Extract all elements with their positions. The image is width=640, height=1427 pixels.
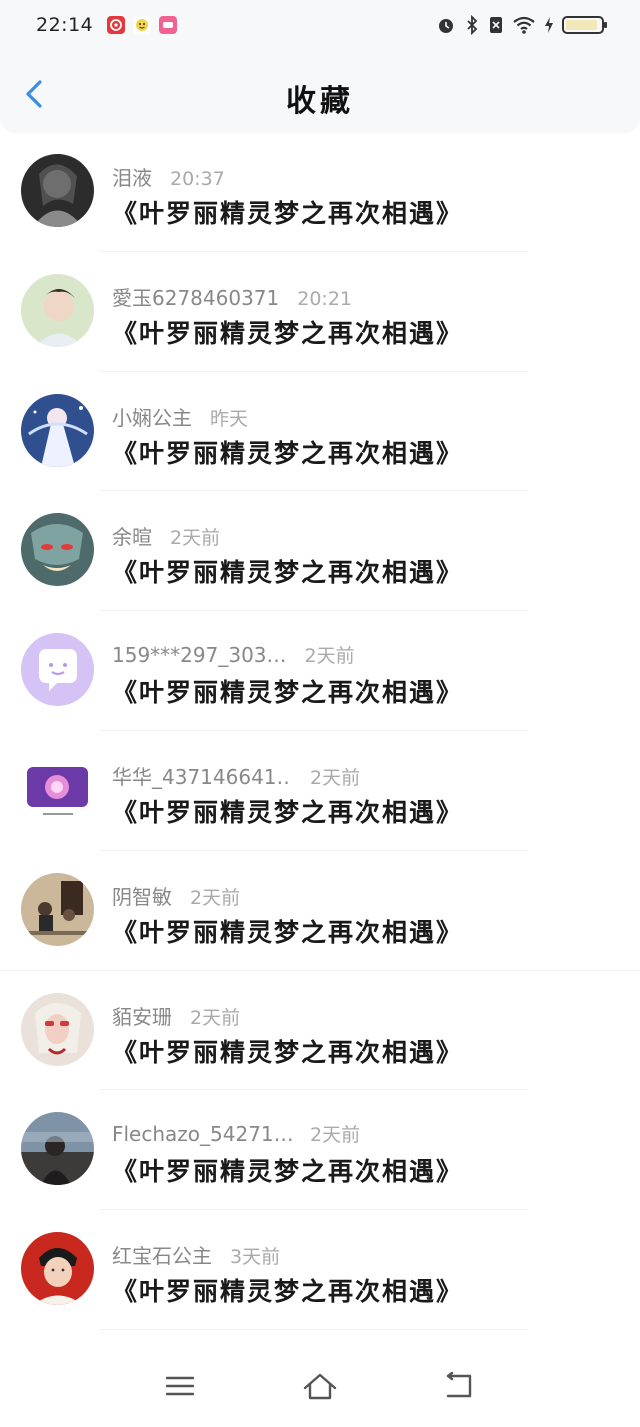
avatar xyxy=(21,1232,94,1306)
wifi-icon xyxy=(512,15,536,35)
status-app-icons xyxy=(107,16,178,34)
item-time: 昨天 xyxy=(210,407,249,430)
page-title: 收藏 xyxy=(286,84,354,119)
item-meta: Flechazo_54271… 2天前 xyxy=(112,1120,360,1147)
avatar xyxy=(21,1112,94,1186)
user-name: 余暄 xyxy=(112,525,152,550)
list-item[interactable]: 小娴公主 昨天 《叶罗丽精灵梦之再次相遇》 xyxy=(0,372,640,492)
battery-icon xyxy=(562,16,607,34)
avatar xyxy=(21,273,94,347)
item-title: 《叶罗丽精灵梦之再次相遇》 xyxy=(112,558,464,588)
item-title: 《叶罗丽精灵梦之再次相遇》 xyxy=(112,199,464,228)
item-title: 《叶罗丽精灵梦之再次相遇》 xyxy=(112,678,464,708)
avatar xyxy=(21,513,94,587)
item-title: 《叶罗丽精灵梦之再次相遇》 xyxy=(112,1277,464,1307)
home-icon xyxy=(303,1373,337,1400)
item-meta: 余暄 2天前 xyxy=(112,521,220,550)
user-name: Flechazo_54271… xyxy=(112,1122,292,1147)
item-title: 《叶罗丽精灵梦之再次相遇》 xyxy=(112,1037,464,1067)
no-sim-icon xyxy=(488,15,504,35)
user-name: 泪液 xyxy=(112,166,152,190)
netease-music-icon xyxy=(107,16,126,34)
item-time: 2天前 xyxy=(310,766,361,789)
item-title: 《叶罗丽精灵梦之再次相遇》 xyxy=(112,797,464,827)
item-time: 2天前 xyxy=(170,527,221,550)
list-item[interactable]: 华华_437146641… 2天前 《叶罗丽精灵梦之再次相遇》 xyxy=(0,731,640,851)
system-nav-bar xyxy=(0,1345,640,1427)
avatar xyxy=(21,633,94,707)
status-system-icons xyxy=(436,15,607,35)
list-item[interactable]: 貊安珊 2天前 《叶罗丽精灵梦之再次相遇》 xyxy=(0,971,640,1091)
avatar xyxy=(21,752,94,826)
alarm-icon xyxy=(436,15,456,35)
home-button[interactable] xyxy=(300,1366,340,1406)
item-time: 2天前 xyxy=(190,886,241,909)
item-meta: 愛玉6278460371 20:21 xyxy=(112,282,352,311)
lofter-icon xyxy=(159,16,178,34)
menu-button[interactable] xyxy=(160,1366,200,1406)
list-item[interactable]: 泪液 20:37 《叶罗丽精灵梦之再次相遇》 xyxy=(0,132,640,252)
item-title: 《叶罗丽精灵梦之再次相遇》 xyxy=(112,318,464,348)
smile-app-icon xyxy=(133,16,152,34)
item-meta: 小娴公主 昨天 xyxy=(112,402,248,431)
item-title: 《叶罗丽精灵梦之再次相遇》 xyxy=(112,917,464,947)
item-title: 《叶罗丽精灵梦之再次相遇》 xyxy=(112,1157,464,1187)
user-name: 华华_437146641… xyxy=(112,764,292,789)
item-time: 2天前 xyxy=(310,1124,361,1147)
avatar xyxy=(21,154,94,227)
divider xyxy=(100,1328,528,1330)
item-meta: 阴智敏 2天前 xyxy=(112,881,240,910)
item-time: 2天前 xyxy=(304,645,355,668)
item-meta: 貊安珊 2天前 xyxy=(112,1001,240,1030)
list-item[interactable]: 愛玉6278460371 20:21 《叶罗丽精灵梦之再次相遇》 xyxy=(0,252,640,372)
avatar xyxy=(21,872,94,946)
favorites-list: 泪液 20:37 《叶罗丽精灵梦之再次相遇》 愛玉6278460371 20:2… xyxy=(0,132,640,1330)
list-item[interactable]: 余暄 2天前 《叶罗丽精灵梦之再次相遇》 xyxy=(0,491,640,612)
back-icon xyxy=(446,1372,472,1398)
user-name: 貊安珊 xyxy=(112,1004,172,1029)
list-item[interactable]: 159***297_303… 2天前 《叶罗丽精灵梦之再次相遇》 xyxy=(0,611,640,731)
user-name: 小娴公主 xyxy=(112,405,192,430)
bluetooth-icon xyxy=(464,15,480,35)
item-meta: 华华_437146641… 2天前 xyxy=(112,761,360,790)
user-name: 阴智敏 xyxy=(112,884,172,909)
avatar xyxy=(21,992,94,1066)
menu-icon xyxy=(165,1376,195,1396)
list-item[interactable]: 阴智敏 2天前 《叶罗丽精灵梦之再次相遇》 xyxy=(0,851,640,971)
item-meta: 红宝石公主 3天前 xyxy=(112,1240,280,1269)
item-title: 《叶罗丽精灵梦之再次相遇》 xyxy=(112,438,464,468)
item-time: 20:21 xyxy=(297,287,353,310)
header: 收藏 xyxy=(0,50,640,132)
user-name: 159***297_303… xyxy=(112,643,287,668)
user-name: 愛玉6278460371 xyxy=(112,285,280,310)
user-name: 红宝石公主 xyxy=(112,1244,212,1269)
item-time: 2天前 xyxy=(190,1006,241,1029)
avatar xyxy=(21,393,94,467)
status-time: 22:14 xyxy=(36,14,94,36)
item-meta: 泪液 20:37 xyxy=(112,162,225,191)
return-button[interactable] xyxy=(440,1366,480,1406)
status-bar: 22:14 xyxy=(0,0,640,50)
charging-icon xyxy=(544,15,554,35)
item-time: 20:37 xyxy=(170,168,225,190)
list-item[interactable]: 红宝石公主 3天前 《叶罗丽精灵梦之再次相遇》 xyxy=(0,1210,640,1330)
list-item[interactable]: Flechazo_54271… 2天前 《叶罗丽精灵梦之再次相遇》 xyxy=(0,1090,640,1211)
item-meta: 159***297_303… 2天前 xyxy=(112,641,355,668)
item-time: 3天前 xyxy=(230,1246,281,1269)
screen: 22:14 收藏 泪液 20:37 《叶罗丽精灵梦之再次相遇》 愛玉627846… xyxy=(0,0,640,1427)
